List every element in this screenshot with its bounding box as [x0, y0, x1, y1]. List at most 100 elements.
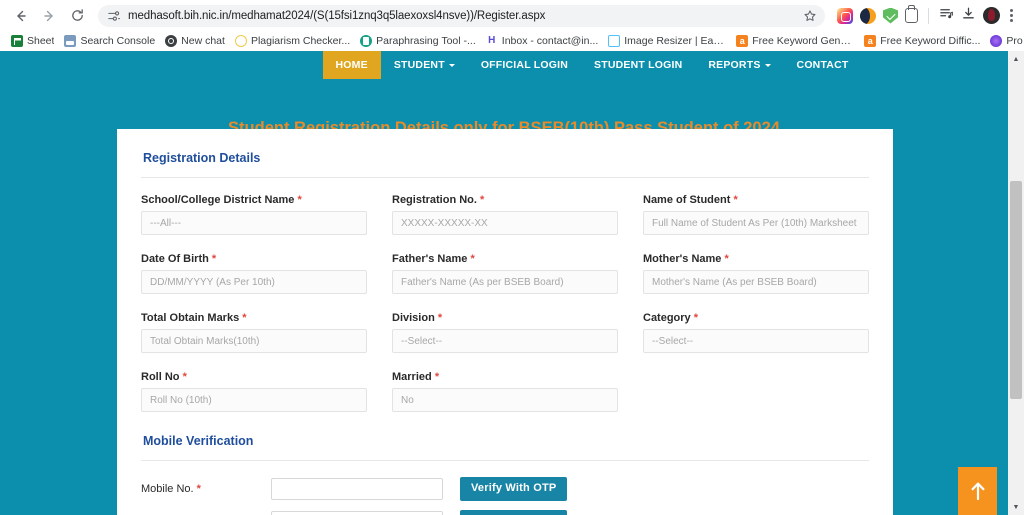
label-text: Married — [392, 371, 432, 383]
nav-item-official-login[interactable]: OFFICIAL LOGIN — [468, 51, 581, 79]
bookmarks-bar: Sheet Search Console New chat Plagiarism… — [0, 31, 1024, 51]
field-name-of-student: Name of Student * Full Name of Student A… — [643, 194, 869, 235]
chrome-menu-icon[interactable] — [1007, 9, 1016, 22]
mobile-verification-block: Mobile No. * Verify With OTP Alternate M… — [141, 477, 869, 515]
label-text: Name of Student — [643, 194, 731, 206]
field-date-of-birth: Date Of Birth * DD/MM/YYYY (As Per 10th) — [141, 253, 367, 294]
registration-no-input[interactable]: XXXXX-XXXXX-XX — [392, 211, 618, 235]
required-marker: * — [434, 371, 440, 383]
dark-reader-extension-icon[interactable] — [860, 7, 876, 24]
category-select[interactable]: --Select-- — [643, 329, 869, 353]
arrow-up-icon — [971, 482, 984, 501]
required-marker: * — [470, 253, 475, 265]
bookmark-item[interactable]: Pro Invite Links - Fr... — [986, 34, 1024, 48]
address-bar[interactable]: medhasoft.bih.nic.in/medhamat2024/(S(15f… — [98, 4, 825, 27]
verify-mobile-otp-button[interactable]: Verify With OTP — [460, 477, 568, 501]
bookmark-item[interactable]: Image Resizer | Easil... — [604, 34, 732, 48]
nav-label: OFFICIAL LOGIN — [480, 59, 568, 71]
mobile-no-label: Mobile No. * — [141, 483, 271, 495]
bookmark-label: Paraphrasing Tool -... — [376, 35, 476, 47]
back-button[interactable] — [8, 3, 34, 29]
field-label: Category * — [643, 312, 869, 324]
downloads-icon[interactable] — [961, 6, 976, 26]
required-marker: * — [211, 253, 217, 265]
field-spacer — [643, 371, 869, 412]
clipboard-extension-icon[interactable] — [905, 5, 918, 23]
instagram-extension-icon[interactable] — [837, 7, 853, 24]
scrollbar-down-arrow-icon[interactable]: ▼ — [1008, 499, 1024, 515]
field-school-district: School/College District Name * ---All--- — [141, 194, 367, 235]
google-sheets-favicon — [11, 35, 23, 47]
profile-avatar-icon[interactable] — [983, 7, 1000, 24]
nav-item-home[interactable]: HOME — [322, 51, 381, 79]
mothers-name-input[interactable]: Mother's Name (As per BSEB Board) — [643, 270, 869, 294]
field-label: Father's Name * — [392, 253, 618, 265]
chevron-down-icon — [448, 63, 455, 67]
school-district-select[interactable]: ---All--- — [141, 211, 367, 235]
field-label: School/College District Name * — [141, 194, 367, 206]
plagiarism-checker-favicon — [234, 35, 247, 47]
reload-button[interactable] — [64, 3, 90, 29]
bookmark-item[interactable]: Plagiarism Checker... — [231, 34, 356, 48]
label-text: Mobile No. — [141, 483, 194, 495]
site-settings-icon[interactable] — [107, 9, 121, 23]
bookmark-label: Inbox - contact@in... — [501, 35, 599, 47]
label-text: Mother's Name — [643, 253, 722, 265]
field-mothers-name: Mother's Name * Mother's Name (As per BS… — [643, 253, 869, 294]
date-of-birth-input[interactable]: DD/MM/YYYY (As Per 10th) — [141, 270, 367, 294]
nav-item-student-login[interactable]: STUDENT LOGIN — [581, 51, 695, 79]
scroll-to-top-button[interactable] — [958, 467, 997, 515]
reading-list-icon[interactable] — [939, 6, 954, 26]
label-text: Date Of Birth — [141, 253, 209, 265]
mobile-verification-heading: Mobile Verification — [143, 434, 254, 448]
registration-form-card: Registration Details School/College Dist… — [117, 129, 893, 515]
nav-item-student[interactable]: STUDENT — [381, 51, 468, 79]
page-scrollbar[interactable]: ▲ ▼ — [1008, 51, 1024, 515]
bookmark-item[interactable]: Paraphrasing Tool -... — [356, 34, 482, 48]
division-select[interactable]: --Select-- — [392, 329, 618, 353]
field-fathers-name: Father's Name * Father's Name (As per BS… — [392, 253, 618, 294]
fathers-name-input[interactable]: Father's Name (As per BSEB Board) — [392, 270, 618, 294]
married-select[interactable]: No — [392, 388, 618, 412]
field-label: Married * — [392, 371, 618, 383]
label-text: Total Obtain Marks — [141, 312, 240, 324]
verify-alternate-mobile-otp-button[interactable]: Verify With OTP — [460, 510, 568, 515]
scrollbar-up-arrow-icon[interactable]: ▲ — [1008, 51, 1024, 67]
alternate-mobile-no-row: Alternate Mobile No. * Verify With OTP — [141, 510, 869, 515]
nav-label: HOME — [335, 59, 368, 71]
bookmark-star-icon[interactable] — [803, 9, 817, 23]
nav-label: REPORTS — [708, 59, 761, 71]
name-of-student-input[interactable]: Full Name of Student As Per (10th) Marks… — [643, 211, 869, 235]
bookmark-item[interactable]: a Free Keyword Gener... — [732, 34, 860, 48]
browser-chrome: medhasoft.bih.nic.in/medhamat2024/(S(15f… — [0, 0, 1024, 51]
required-marker: * — [437, 312, 443, 324]
required-marker: * — [733, 194, 738, 206]
field-label: Date Of Birth * — [141, 253, 367, 265]
field-label: Mother's Name * — [643, 253, 869, 265]
bookmark-item[interactable]: New chat — [161, 34, 231, 48]
field-married: Married * No — [392, 371, 618, 412]
nav-item-reports[interactable]: REPORTS — [695, 51, 783, 79]
bookmark-item[interactable]: Search Console — [60, 34, 161, 48]
nav-label: CONTACT — [796, 59, 849, 71]
bookmark-item[interactable]: Sheet — [7, 34, 60, 48]
field-label: Division * — [392, 312, 618, 324]
required-marker: * — [693, 312, 699, 324]
field-division: Division * --Select-- — [392, 312, 618, 353]
total-obtain-marks-input[interactable]: Total Obtain Marks(10th) — [141, 329, 367, 353]
adguard-shield-extension-icon[interactable] — [883, 7, 898, 24]
roll-no-input[interactable]: Roll No (10th) — [141, 388, 367, 412]
field-registration-no: Registration No. * XXXXX-XXXXX-XX — [392, 194, 618, 235]
chevron-down-icon — [764, 63, 771, 67]
bookmark-label: New chat — [181, 35, 225, 47]
nav-item-contact[interactable]: CONTACT — [784, 51, 862, 79]
keyword-difficulty-favicon: a — [864, 35, 877, 47]
forward-button[interactable] — [36, 3, 62, 29]
bookmark-item[interactable]: H Inbox - contact@in... — [482, 34, 604, 48]
nav-label: STUDENT LOGIN — [594, 59, 683, 71]
label-text: Division — [392, 312, 435, 324]
scrollbar-thumb[interactable] — [1010, 181, 1022, 399]
alternate-mobile-no-input[interactable] — [271, 511, 443, 515]
bookmark-item[interactable]: a Free Keyword Diffic... — [860, 34, 986, 48]
mobile-no-input[interactable] — [271, 478, 443, 500]
